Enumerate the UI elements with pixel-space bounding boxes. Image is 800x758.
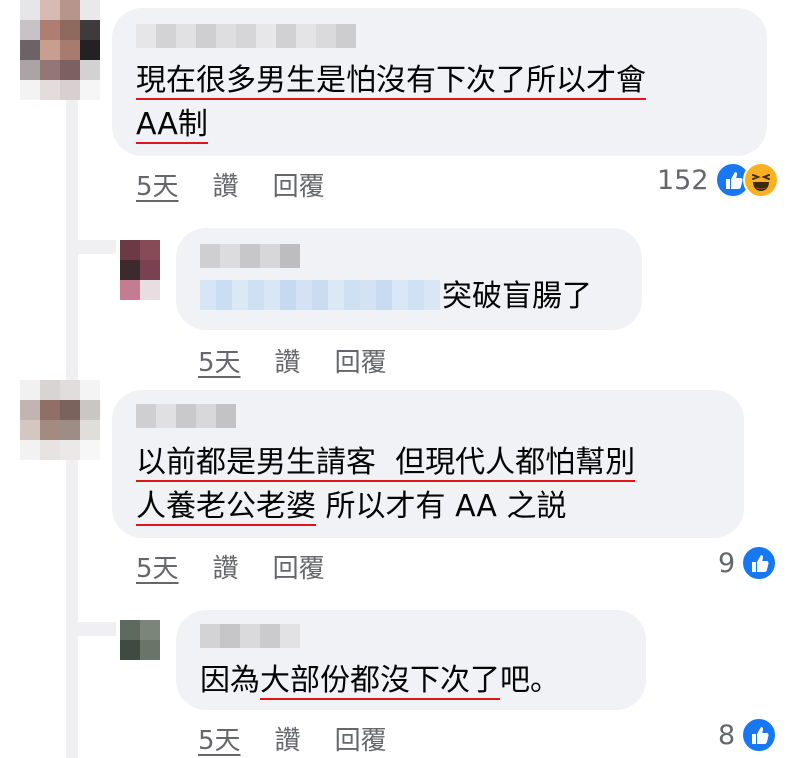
underlined-text: 現在很多男生是怕沒有下次了所以才會 xyxy=(136,63,646,100)
timestamp-link[interactable]: 5天 xyxy=(136,166,179,203)
comment-text-line: 因為大部份都沒下次了吧。 xyxy=(200,656,560,706)
like-button[interactable]: 讚 xyxy=(213,548,239,585)
comment-actions: 5天 讚 回覆 xyxy=(136,548,325,585)
reaction-summary[interactable]: 8 xyxy=(718,717,778,753)
reply-bubble: 突破盲腸了 xyxy=(176,228,642,330)
commenter-name-blurred[interactable] xyxy=(200,624,300,648)
like-icon xyxy=(741,545,778,581)
reply-button[interactable]: 回覆 xyxy=(335,342,387,379)
commenter-name-blurred[interactable] xyxy=(200,244,300,268)
comment-text-line: 現在很多男生是怕沒有下次了所以才會 xyxy=(136,56,646,106)
comment-text-line: 人養老公老婆 所以才有 AA 之説 xyxy=(136,482,567,532)
comment-bubble: 以前都是男生請客 但現代人都怕幫別 人養老公老婆 所以才有 AA 之説 xyxy=(112,390,744,538)
comment-text: 突破盲腸了 xyxy=(442,279,592,314)
comment-actions: 5天 讚 回覆 xyxy=(198,342,387,379)
like-icon xyxy=(741,717,778,753)
underlined-text: 人養老公老婆 xyxy=(136,489,316,526)
underlined-text xyxy=(376,445,396,482)
underlined-text: 但現代人都怕幫別 xyxy=(395,445,636,482)
comment-text: 所以才有 AA 之説 xyxy=(316,489,567,524)
avatar[interactable] xyxy=(120,620,160,660)
comment-text-line: 以前都是男生請客 但現代人都怕幫別 xyxy=(136,438,636,488)
reaction-summary[interactable]: 152 xyxy=(657,162,779,198)
haha-icon xyxy=(742,162,779,198)
comment-text: 因為 xyxy=(200,663,260,698)
underlined-text: 以前都是男生請客 xyxy=(136,445,376,482)
timestamp-link[interactable]: 5天 xyxy=(198,342,241,379)
reply-button[interactable]: 回覆 xyxy=(273,548,325,585)
underlined-text: AA制 xyxy=(136,107,208,144)
reaction-summary[interactable]: 9 xyxy=(718,545,778,581)
like-button[interactable]: 讚 xyxy=(275,720,301,757)
like-button[interactable]: 讚 xyxy=(213,166,239,203)
reaction-count: 152 xyxy=(657,164,709,196)
comment-text: 吧。 xyxy=(500,663,560,698)
blurred-mention[interactable] xyxy=(200,280,440,310)
comment-bubble: 現在很多男生是怕沒有下次了所以才會 AA制 xyxy=(112,8,767,156)
comment-text-line: AA制 xyxy=(136,100,208,150)
reaction-count: 8 xyxy=(718,719,736,751)
avatar[interactable] xyxy=(20,380,100,460)
reply-button[interactable]: 回覆 xyxy=(335,720,387,757)
reply-connector xyxy=(66,622,116,636)
comment-actions: 5天 讚 回覆 xyxy=(198,720,387,757)
timestamp-link[interactable]: 5天 xyxy=(136,548,179,585)
commenter-name-blurred[interactable] xyxy=(136,24,356,48)
like-button[interactable]: 讚 xyxy=(275,342,301,379)
reply-connector xyxy=(66,240,116,254)
reaction-count: 9 xyxy=(718,547,736,579)
avatar[interactable] xyxy=(20,0,100,100)
avatar[interactable] xyxy=(120,240,160,300)
timestamp-link[interactable]: 5天 xyxy=(198,720,241,757)
commenter-name-blurred[interactable] xyxy=(136,404,236,428)
underlined-text: 大部份都沒下次了 xyxy=(260,663,500,700)
reply-bubble: 因為大部份都沒下次了吧。 xyxy=(176,610,646,710)
reply-button[interactable]: 回覆 xyxy=(273,166,325,203)
comment-actions: 5天 讚 回覆 xyxy=(136,166,325,203)
